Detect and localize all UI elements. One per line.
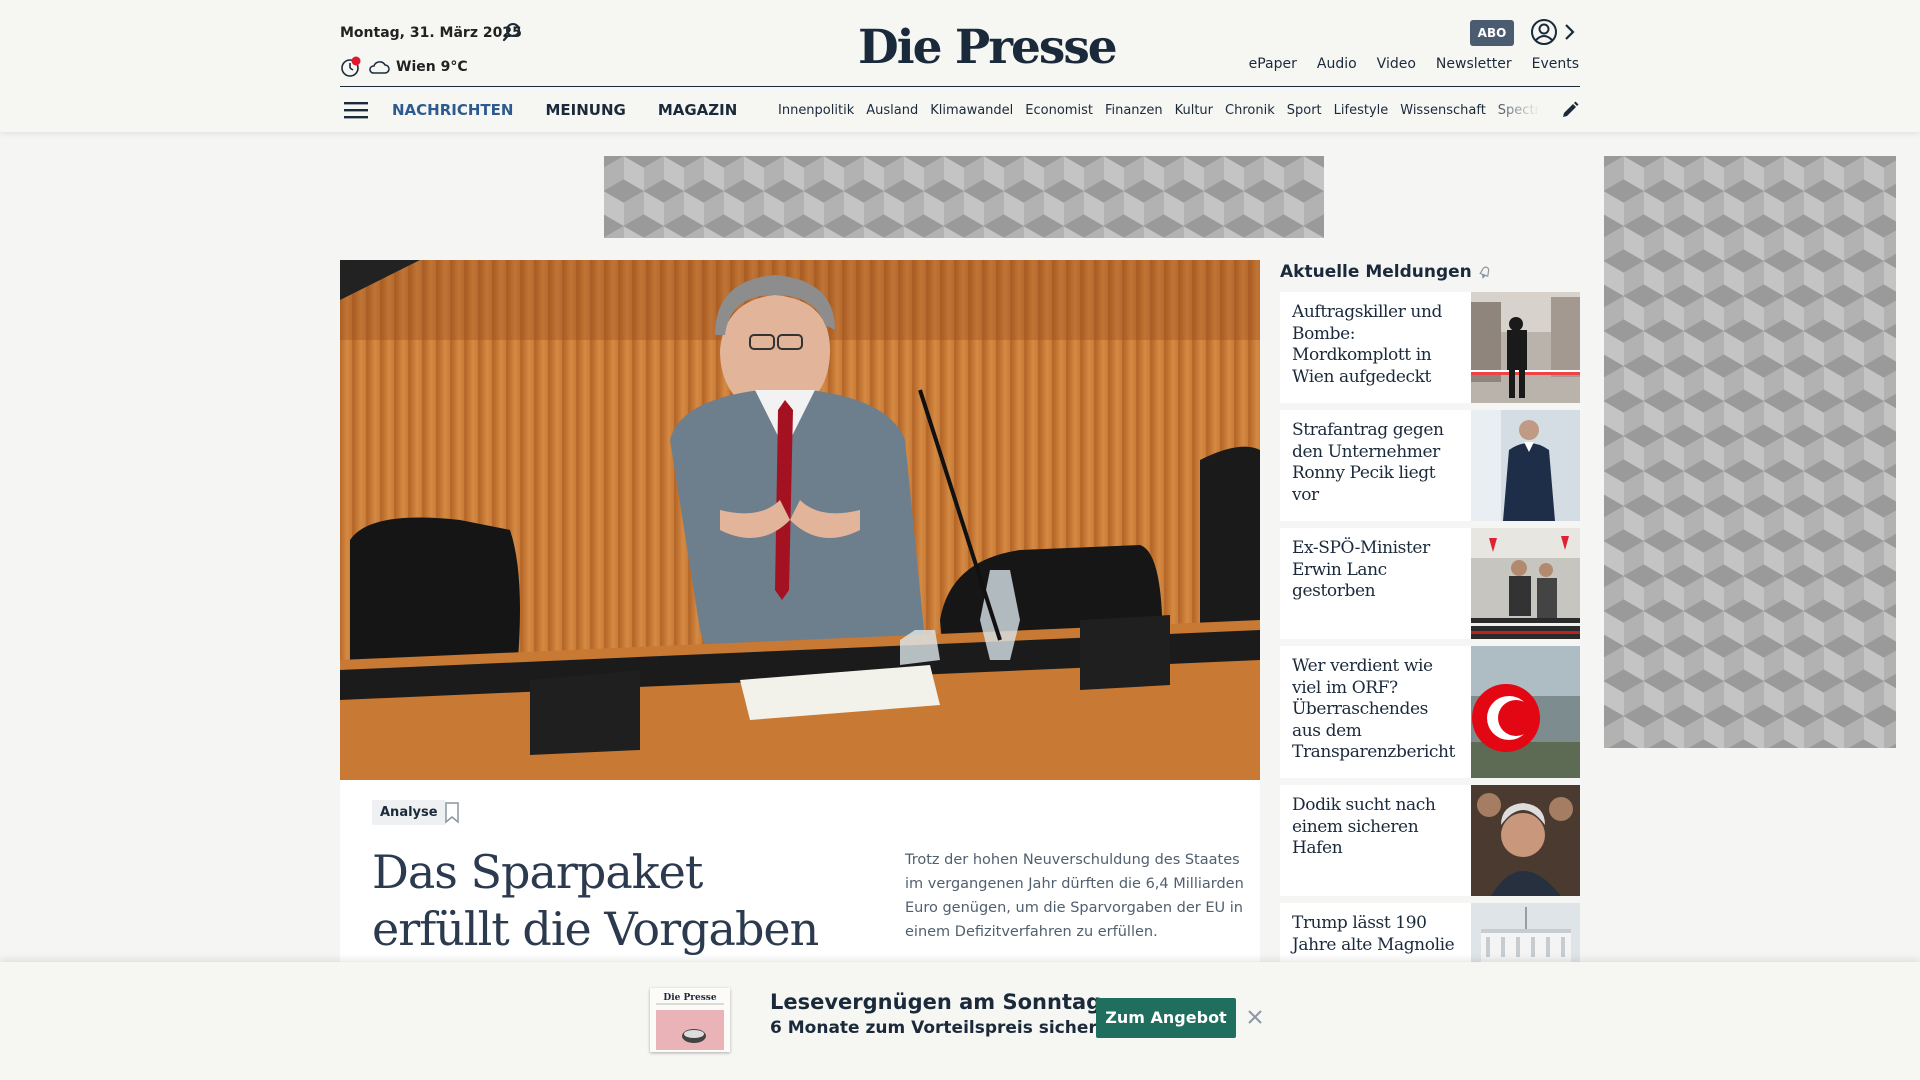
site-header: Montag, 31. März 2025 Wien 9°C Die Press… (0, 0, 1920, 132)
link-events[interactable]: Events (1532, 56, 1579, 72)
news-item-title[interactable]: Trump lässt 190 Jahre alte Magnolie (1280, 903, 1471, 963)
news-item[interactable]: Auftragskiller und Bombe: Mordkomplott i… (1280, 292, 1580, 403)
news-item[interactable]: Ex-SPÖ-Minister Erwin Lanc gestorben (1280, 528, 1580, 639)
cloud-icon (369, 61, 390, 74)
section-spectrum[interactable]: Spectrum (1498, 103, 1540, 118)
ad-banner-top[interactable] (604, 156, 1324, 238)
news-item-title[interactable]: Auftragskiller und Bombe: Mordkomplott i… (1280, 292, 1471, 403)
promo-subline: 6 Monate zum Vorteilspreis sichern. (770, 1018, 1116, 1038)
weather-text: Wien 9°C (396, 59, 468, 75)
news-item-thumbnail[interactable] (1471, 785, 1580, 896)
section-nav: Innenpolitik Ausland Klimawandel Economi… (778, 103, 1540, 118)
nav-meinung[interactable]: MEINUNG (545, 101, 625, 119)
abo-button[interactable]: ABO (1470, 20, 1514, 46)
news-item-title[interactable]: Wer verdient wie viel im ORF? Überrasche… (1280, 646, 1471, 778)
link-audio[interactable]: Audio (1317, 56, 1357, 72)
chevron-right-icon[interactable] (1562, 20, 1578, 44)
clock-icon (341, 56, 361, 77)
nav-nachrichten[interactable]: NACHRICHTEN (392, 101, 513, 119)
article-lead: Trotz der hohen Neuverschuldung des Staa… (905, 852, 1244, 940)
close-icon[interactable] (1246, 1008, 1264, 1026)
news-item-title[interactable]: Ex-SPÖ-Minister Erwin Lanc gestorben (1280, 528, 1471, 639)
news-item-thumbnail[interactable] (1471, 292, 1580, 403)
newspaper-thumbnail: Die Presse (650, 988, 730, 1052)
section-economist[interactable]: Economist (1025, 103, 1093, 118)
section-wissenschaft[interactable]: Wissenschaft (1400, 103, 1486, 118)
news-item-thumbnail[interactable] (1471, 410, 1580, 521)
site-logo[interactable]: Die Presse (858, 20, 1118, 75)
top-links: ePaper Audio Video Newsletter Events (1249, 56, 1579, 72)
link-epaper[interactable]: ePaper (1249, 56, 1297, 72)
promo-headline: Lesevergnügen am Sonntag. (770, 990, 1110, 1014)
hero-image[interactable] (340, 260, 1260, 780)
search-icon[interactable] (502, 22, 522, 42)
sidebar-title: Aktuelle Meldungen (1280, 262, 1492, 282)
news-item-title[interactable]: Dodik sucht nach einem sicheren Hafen (1280, 785, 1471, 896)
news-item[interactable]: Dodik sucht nach einem sicheren Hafen (1280, 785, 1580, 896)
news-item-title[interactable]: Strafantrag gegen den Unternehmer Ronny … (1280, 410, 1471, 521)
subscription-promo-bar: Die Presse Lesevergnügen am Sonntag. 6 M… (0, 962, 1920, 1080)
news-item[interactable]: Strafantrag gegen den Unternehmer Ronny … (1280, 410, 1580, 521)
link-video[interactable]: Video (1377, 56, 1416, 72)
news-item[interactable]: Wer verdient wie viel im ORF? Überrasche… (1280, 646, 1580, 778)
newspaper-logo: Die Presse (663, 993, 716, 1003)
weather-widget[interactable]: Wien 9°C (340, 56, 468, 78)
offer-button[interactable]: Zum Angebot (1096, 998, 1236, 1038)
news-list: Auftragskiller und Bombe: Mordkomplott i… (1280, 292, 1580, 970)
main-nav: NACHRICHTEN MEINUNG MAGAZIN (392, 101, 737, 119)
news-item[interactable]: Trump lässt 190 Jahre alte Magnolie (1280, 903, 1580, 963)
sidebar-title-text: Aktuelle Meldungen (1280, 262, 1472, 282)
nav-magazin[interactable]: MAGAZIN (658, 101, 737, 119)
bell-icon[interactable] (1478, 265, 1492, 279)
section-klimawandel[interactable]: Klimawandel (930, 103, 1013, 118)
news-item-thumbnail[interactable] (1471, 903, 1580, 963)
menu-icon[interactable] (344, 100, 368, 120)
section-sport[interactable]: Sport (1287, 103, 1322, 118)
section-innenpolitik[interactable]: Innenpolitik (778, 103, 854, 118)
section-finanzen[interactable]: Finanzen (1105, 103, 1163, 118)
section-chronik[interactable]: Chronik (1225, 103, 1275, 118)
pencil-icon[interactable] (1560, 100, 1580, 120)
section-ausland[interactable]: Ausland (866, 103, 918, 118)
link-newsletter[interactable]: Newsletter (1436, 56, 1512, 72)
notification-dot (351, 56, 361, 66)
news-item-thumbnail[interactable] (1471, 528, 1580, 639)
section-kultur[interactable]: Kultur (1175, 103, 1213, 118)
news-item-thumbnail[interactable] (1471, 646, 1580, 778)
bookmark-icon[interactable] (444, 802, 460, 824)
current-date: Montag, 31. März 2025 (340, 25, 522, 41)
article-badge[interactable]: Analyse (372, 800, 446, 825)
nav-divider (340, 86, 1580, 87)
account-icon[interactable] (1530, 18, 1558, 46)
ad-skyscraper-right[interactable] (1604, 156, 1896, 748)
section-lifestyle[interactable]: Lifestyle (1334, 103, 1389, 118)
